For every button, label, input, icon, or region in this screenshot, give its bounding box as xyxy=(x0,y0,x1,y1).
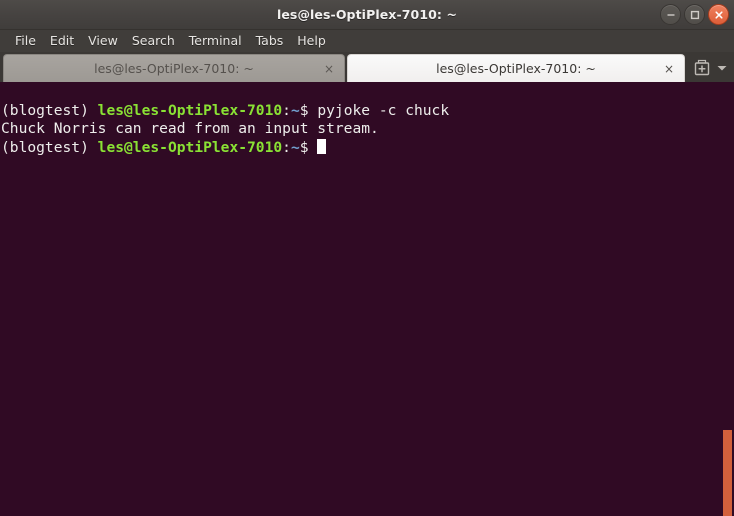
tab-2[interactable]: les@les-OptiPlex-7010: ~ × xyxy=(347,54,685,82)
menu-item-edit[interactable]: Edit xyxy=(43,30,81,52)
line-1-seg-3: : xyxy=(282,101,291,119)
menu-item-terminal[interactable]: Terminal xyxy=(182,30,249,52)
line-3-seg-2: les@les-OptiPlex-7010 xyxy=(97,138,283,156)
menu-item-view[interactable]: View xyxy=(81,30,125,52)
menu-bar: File Edit View Search Terminal Tabs Help xyxy=(0,30,734,52)
terminal-line-3: (blogtest) les@les-OptiPlex-7010:~$ xyxy=(1,139,449,158)
terminal-line-1: (blogtest) les@les-OptiPlex-7010:~$ pyjo… xyxy=(1,102,449,121)
close-button[interactable] xyxy=(708,4,729,25)
window-title: les@les-OptiPlex-7010: ~ xyxy=(276,7,458,22)
tab-1-close-icon[interactable]: × xyxy=(324,63,334,75)
chevron-down-icon[interactable] xyxy=(716,63,728,73)
line-3-seg-5: $ xyxy=(299,138,318,156)
new-terminal-icon[interactable] xyxy=(693,59,711,77)
minimize-icon xyxy=(667,13,674,16)
close-icon xyxy=(714,10,723,19)
menu-item-help[interactable]: Help xyxy=(290,30,333,52)
line-1-seg-1: (blogtest) xyxy=(1,101,98,119)
line-1-seg-2: les@les-OptiPlex-7010 xyxy=(97,101,283,119)
terminal-cursor xyxy=(317,139,327,154)
line-3-seg-3: : xyxy=(282,138,291,156)
line-3-seg-4: ~ xyxy=(290,138,300,156)
window-controls xyxy=(660,4,729,25)
maximize-button[interactable] xyxy=(684,4,705,25)
terminal-window: les@les-OptiPlex-7010: ~ File Edit View xyxy=(0,0,734,516)
terminal-line-2: Chuck Norris can read from an input stre… xyxy=(1,120,449,139)
line-3-seg-1: (blogtest) xyxy=(1,138,98,156)
title-bar: les@les-OptiPlex-7010: ~ xyxy=(0,0,734,30)
tab-2-label: les@les-OptiPlex-7010: ~ xyxy=(436,61,596,76)
tab-bar: les@les-OptiPlex-7010: ~ × les@les-OptiP… xyxy=(0,52,734,82)
terminal-scrollbar-thumb[interactable] xyxy=(723,430,732,516)
line-2-output: Chuck Norris can read from an input stre… xyxy=(1,120,379,137)
tab-1-label: les@les-OptiPlex-7010: ~ xyxy=(94,61,254,76)
menu-item-tabs[interactable]: Tabs xyxy=(249,30,291,52)
terminal-scrollbar-track[interactable] xyxy=(719,82,734,516)
terminal-text: (blogtest) les@les-OptiPlex-7010:~$ pyjo… xyxy=(1,83,449,194)
terminal-content[interactable]: (blogtest) les@les-OptiPlex-7010:~$ pyjo… xyxy=(0,82,734,516)
minimize-button[interactable] xyxy=(660,4,681,25)
tab-1[interactable]: les@les-OptiPlex-7010: ~ × xyxy=(3,54,345,82)
menu-item-search[interactable]: Search xyxy=(125,30,182,52)
menu-item-file[interactable]: File xyxy=(8,30,43,52)
maximize-icon xyxy=(690,10,699,19)
tab-bar-actions xyxy=(690,54,734,82)
line-1-seg-5: $ pyjoke -c chuck xyxy=(299,101,450,119)
tab-2-close-icon[interactable]: × xyxy=(664,63,674,75)
line-1-seg-4: ~ xyxy=(290,101,300,119)
